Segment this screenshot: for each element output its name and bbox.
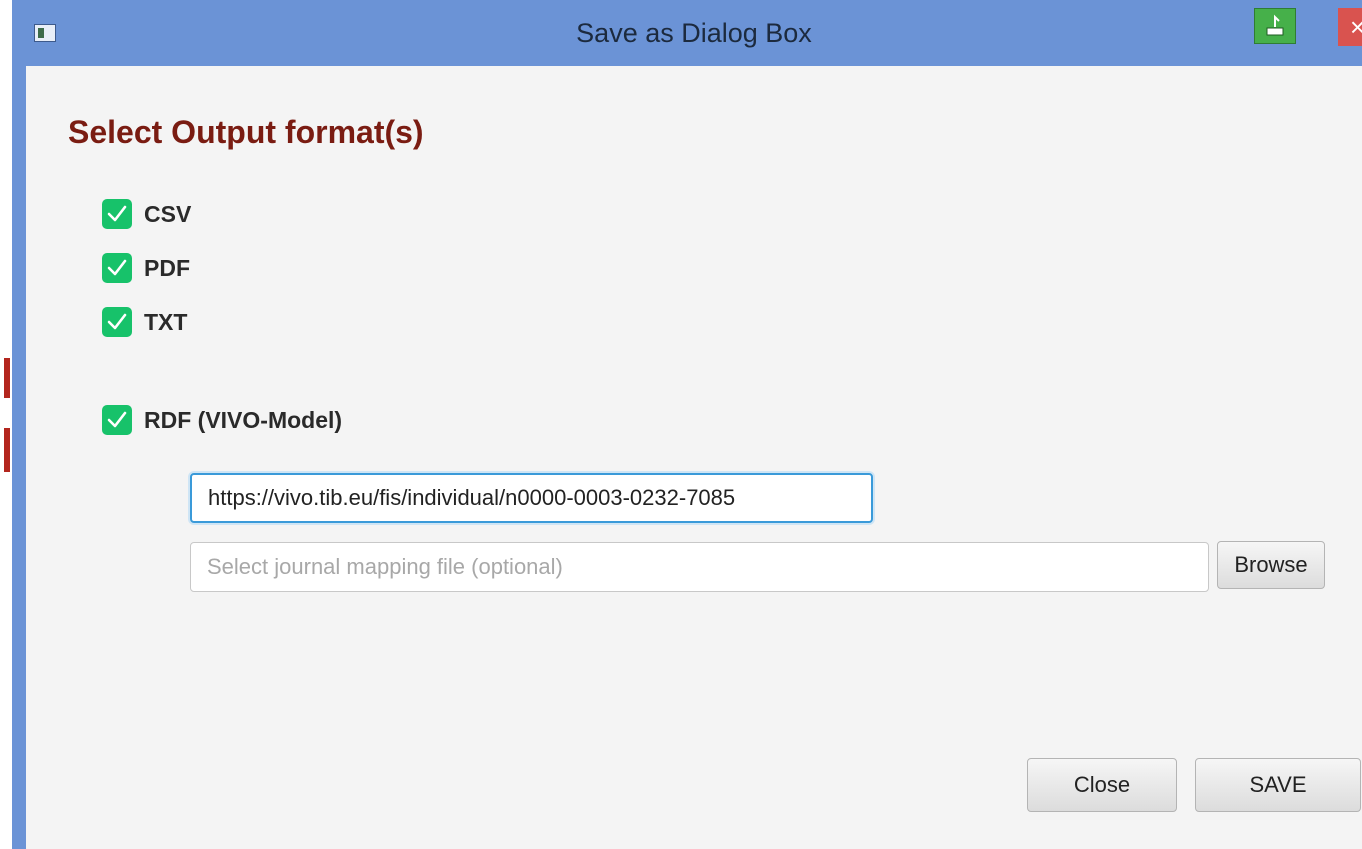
pdf-checkbox[interactable] [102, 253, 132, 283]
txt-label: TXT [144, 308, 188, 335]
journal-mapping-input[interactable] [190, 542, 1209, 592]
browse-button[interactable]: Browse [1217, 541, 1325, 589]
close-button[interactable]: Close [1027, 758, 1177, 812]
checkmark-icon [107, 411, 127, 428]
format-option-txt[interactable]: TXT [102, 306, 187, 338]
background-mark [4, 358, 10, 398]
checkmark-icon [107, 313, 127, 330]
dialog-content: Select Output format(s) CSV PDF TXT RDF … [26, 66, 1362, 849]
background-mark [4, 428, 10, 472]
rdf-checkbox[interactable] [102, 405, 132, 435]
save-dialog-window: Save as Dialog Box × Select Output forma… [12, 0, 1362, 849]
format-option-pdf[interactable]: PDF [102, 252, 190, 284]
checkmark-icon [107, 205, 127, 222]
title-bar[interactable]: Save as Dialog Box × [26, 0, 1362, 66]
window-title: Save as Dialog Box [576, 18, 812, 48]
checkmark-icon [107, 259, 127, 276]
rdf-label: RDF (VIVO-Model) [144, 406, 343, 433]
csv-label: CSV [144, 200, 192, 227]
window-close-button[interactable]: × [1338, 8, 1362, 46]
format-option-csv[interactable]: CSV [102, 198, 191, 230]
pdf-label: PDF [144, 254, 190, 281]
txt-checkbox[interactable] [102, 307, 132, 337]
csv-checkbox[interactable] [102, 199, 132, 229]
pin-icon[interactable] [1254, 8, 1296, 44]
format-option-rdf[interactable]: RDF (VIVO-Model) [102, 404, 342, 436]
background-window-strip [0, 0, 12, 849]
section-heading: Select Output format(s) [68, 114, 424, 150]
save-button[interactable]: SAVE [1195, 758, 1361, 812]
rdf-uri-input[interactable] [190, 473, 873, 523]
